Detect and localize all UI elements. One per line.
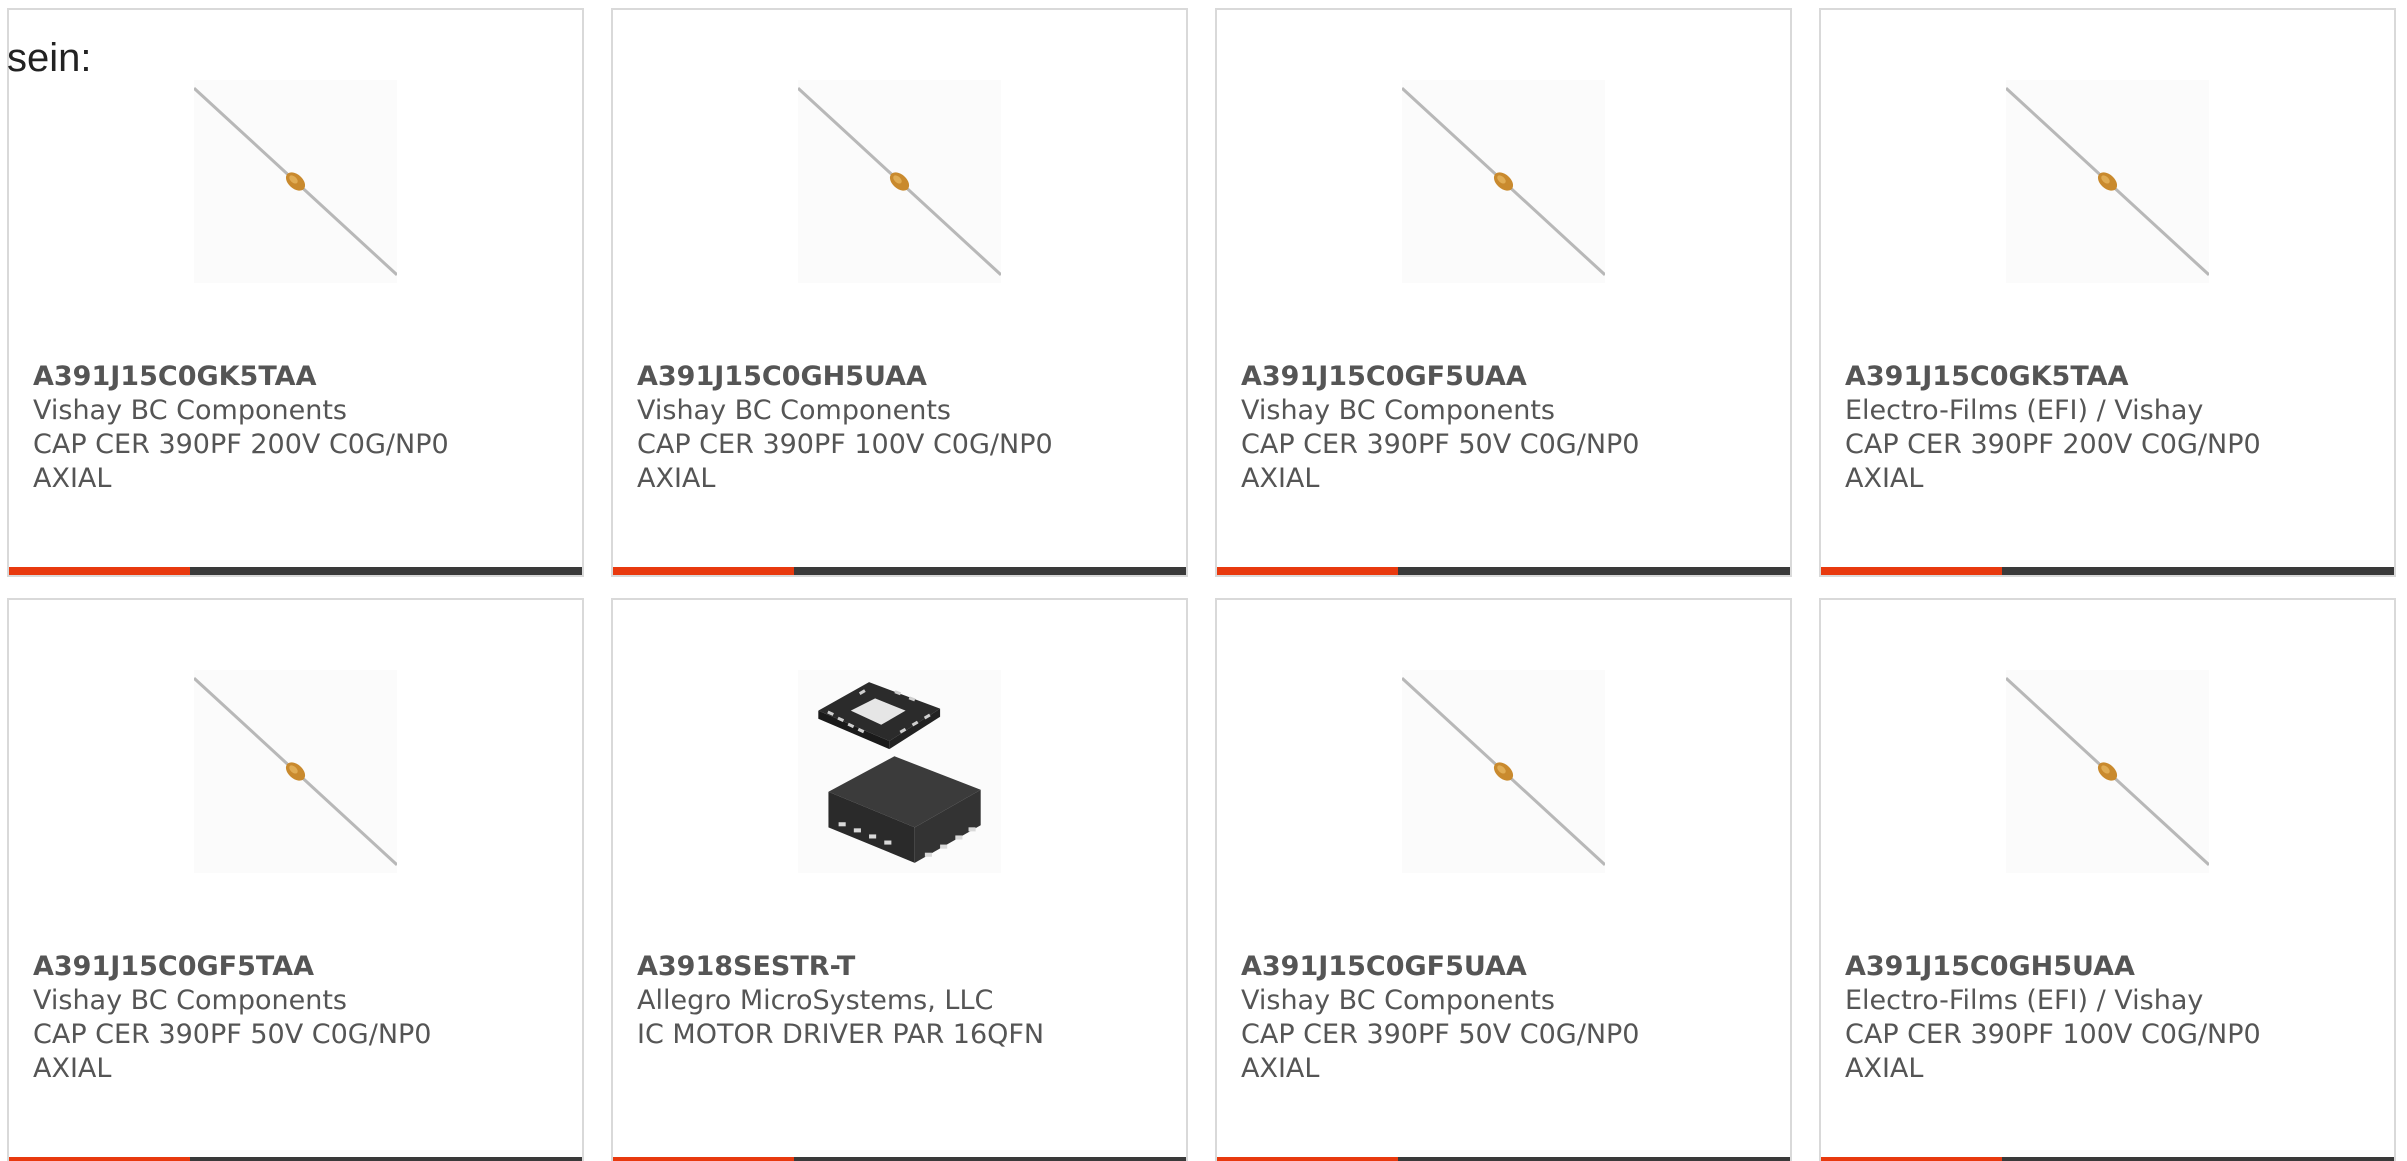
package: AXIAL [1845,1053,1924,1084]
manufacturer: Vishay BC Components [1241,395,1555,426]
axial-capacitor-image [798,80,1001,283]
product-card[interactable]: A391J15C0GK5TAA Electro-Films (EFI) / Vi… [1819,8,2396,577]
manufacturer: Vishay BC Components [637,395,951,426]
card-accent-bar [9,1157,582,1161]
description: CAP CER 390PF 50V C0G/NP0 [1241,1019,1640,1050]
description: CAP CER 390PF 100V C0G/NP0 [1845,1019,2261,1050]
axial-capacitor-image [194,670,397,873]
part-number: A391J15C0GH5UAA [637,361,927,392]
part-number: A391J15C0GH5UAA [1845,951,2135,982]
package: AXIAL [637,463,716,494]
axial-capacitor-image [1402,80,1605,283]
manufacturer: Vishay BC Components [33,395,347,426]
package: AXIAL [33,463,112,494]
axial-capacitor-image [2006,80,2209,283]
product-card[interactable]: A3918SESTR-T Allegro MicroSystems, LLC I… [611,598,1188,1161]
package: AXIAL [1845,463,1924,494]
card-accent-bar [1217,1157,1790,1161]
axial-capacitor-image [1402,670,1605,873]
card-accent-bar [1821,1157,2394,1161]
product-card[interactable]: A391J15C0GK5TAA Vishay BC Components CAP… [7,8,584,577]
part-number: A391J15C0GK5TAA [33,361,317,392]
manufacturer: Vishay BC Components [1241,985,1555,1016]
part-number: A391J15C0GF5TAA [33,951,314,982]
description: CAP CER 390PF 200V C0G/NP0 [1845,429,2261,460]
qfn-chip-image [798,670,1001,873]
package: AXIAL [1241,463,1320,494]
axial-capacitor-image [2006,670,2209,873]
card-accent-bar [1217,567,1790,575]
card-accent-bar [613,1157,1186,1161]
card-accent-bar [1821,567,2394,575]
description: CAP CER 390PF 50V C0G/NP0 [33,1019,432,1050]
product-card[interactable]: A391J15C0GH5UAA Electro-Films (EFI) / Vi… [1819,598,2396,1161]
package: AXIAL [1241,1053,1320,1084]
manufacturer: Allegro MicroSystems, LLC [637,985,994,1016]
axial-capacitor-image [194,80,397,283]
manufacturer: Electro-Films (EFI) / Vishay [1845,985,2204,1016]
page-heading: sein: [7,36,92,80]
description: CAP CER 390PF 200V C0G/NP0 [33,429,449,460]
product-card[interactable]: A391J15C0GH5UAA Vishay BC Components CAP… [611,8,1188,577]
manufacturer: Vishay BC Components [33,985,347,1016]
product-card[interactable]: A391J15C0GF5UAA Vishay BC Components CAP… [1215,598,1792,1161]
description: CAP CER 390PF 50V C0G/NP0 [1241,429,1640,460]
part-number: A391J15C0GF5UAA [1241,361,1527,392]
part-number: A391J15C0GF5UAA [1241,951,1527,982]
manufacturer: Electro-Films (EFI) / Vishay [1845,395,2204,426]
part-number: A3918SESTR-T [637,951,856,982]
package: AXIAL [33,1053,112,1084]
part-number: A391J15C0GK5TAA [1845,361,2129,392]
description: CAP CER 390PF 100V C0G/NP0 [637,429,1053,460]
description: IC MOTOR DRIVER PAR 16QFN [637,1019,1045,1050]
product-card[interactable]: A391J15C0GF5UAA Vishay BC Components CAP… [1215,8,1792,577]
product-card[interactable]: A391J15C0GF5TAA Vishay BC Components CAP… [7,598,584,1161]
card-accent-bar [9,567,582,575]
card-accent-bar [613,567,1186,575]
